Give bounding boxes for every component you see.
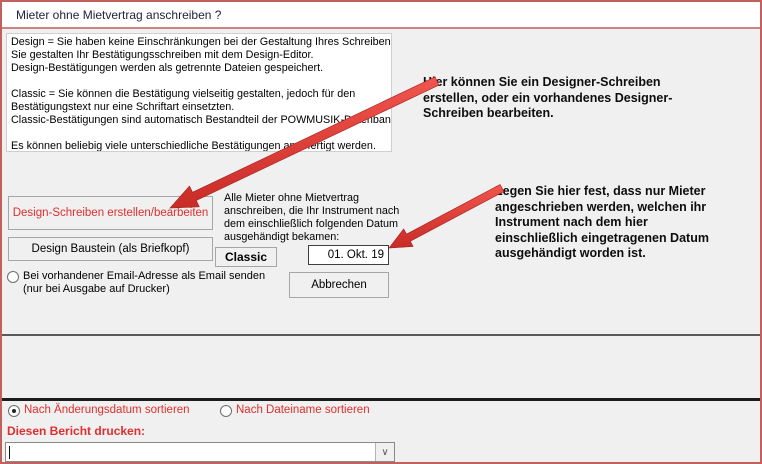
info-box-text: Design = Sie haben keine Einschränkungen…: [6, 33, 392, 152]
classic-button[interactable]: Classic: [215, 247, 277, 267]
design-letter-button[interactable]: Design-Schreiben erstellen/bearbeiten: [8, 196, 213, 230]
print-report-label: Diesen Bericht drucken:: [7, 424, 145, 438]
sort-by-filename-radio[interactable]: Nach Dateiname sortieren: [220, 404, 370, 417]
email-radio-label: Bei vorhandener Email-Adresse als Email …: [23, 270, 265, 296]
cancel-button[interactable]: Abbrechen: [289, 272, 389, 298]
design-baustein-button[interactable]: Design Baustein (als Briefkopf): [8, 237, 213, 261]
email-radio[interactable]: Bei vorhandener Email-Adresse als Email …: [7, 270, 265, 296]
window-title: Mieter ohne Mietvertrag anschreiben ?: [16, 8, 221, 22]
sort-by-date-label: Nach Änderungsdatum sortieren: [24, 404, 190, 417]
sort-by-date-radio[interactable]: Nach Änderungsdatum sortieren: [8, 404, 190, 417]
text-caret: [9, 446, 10, 459]
annotation-design-note: Hier können Sie ein Designer-Schreiben e…: [423, 75, 672, 122]
separator-line: [2, 334, 760, 336]
sort-by-filename-label: Nach Dateiname sortieren: [236, 404, 370, 417]
separator-line: [2, 398, 760, 401]
instruction-text: Alle Mieter ohne Mietvertrag anschreiben…: [224, 192, 399, 244]
annotation-date-note: Legen Sie hier fest, dass nur Mieter ang…: [495, 184, 709, 262]
red-arrow-icon: [389, 185, 504, 249]
chevron-down-icon[interactable]: ∨: [375, 443, 394, 461]
report-combobox[interactable]: ∨: [5, 442, 395, 462]
radio-selected-icon[interactable]: [8, 405, 20, 417]
dialog-window: Mieter ohne Mietvertrag anschreiben ? De…: [0, 0, 762, 464]
radio-circle-icon[interactable]: [220, 405, 232, 417]
date-input[interactable]: [308, 245, 389, 265]
title-bar: Mieter ohne Mietvertrag anschreiben ?: [2, 2, 760, 29]
radio-circle-icon[interactable]: [7, 271, 19, 283]
